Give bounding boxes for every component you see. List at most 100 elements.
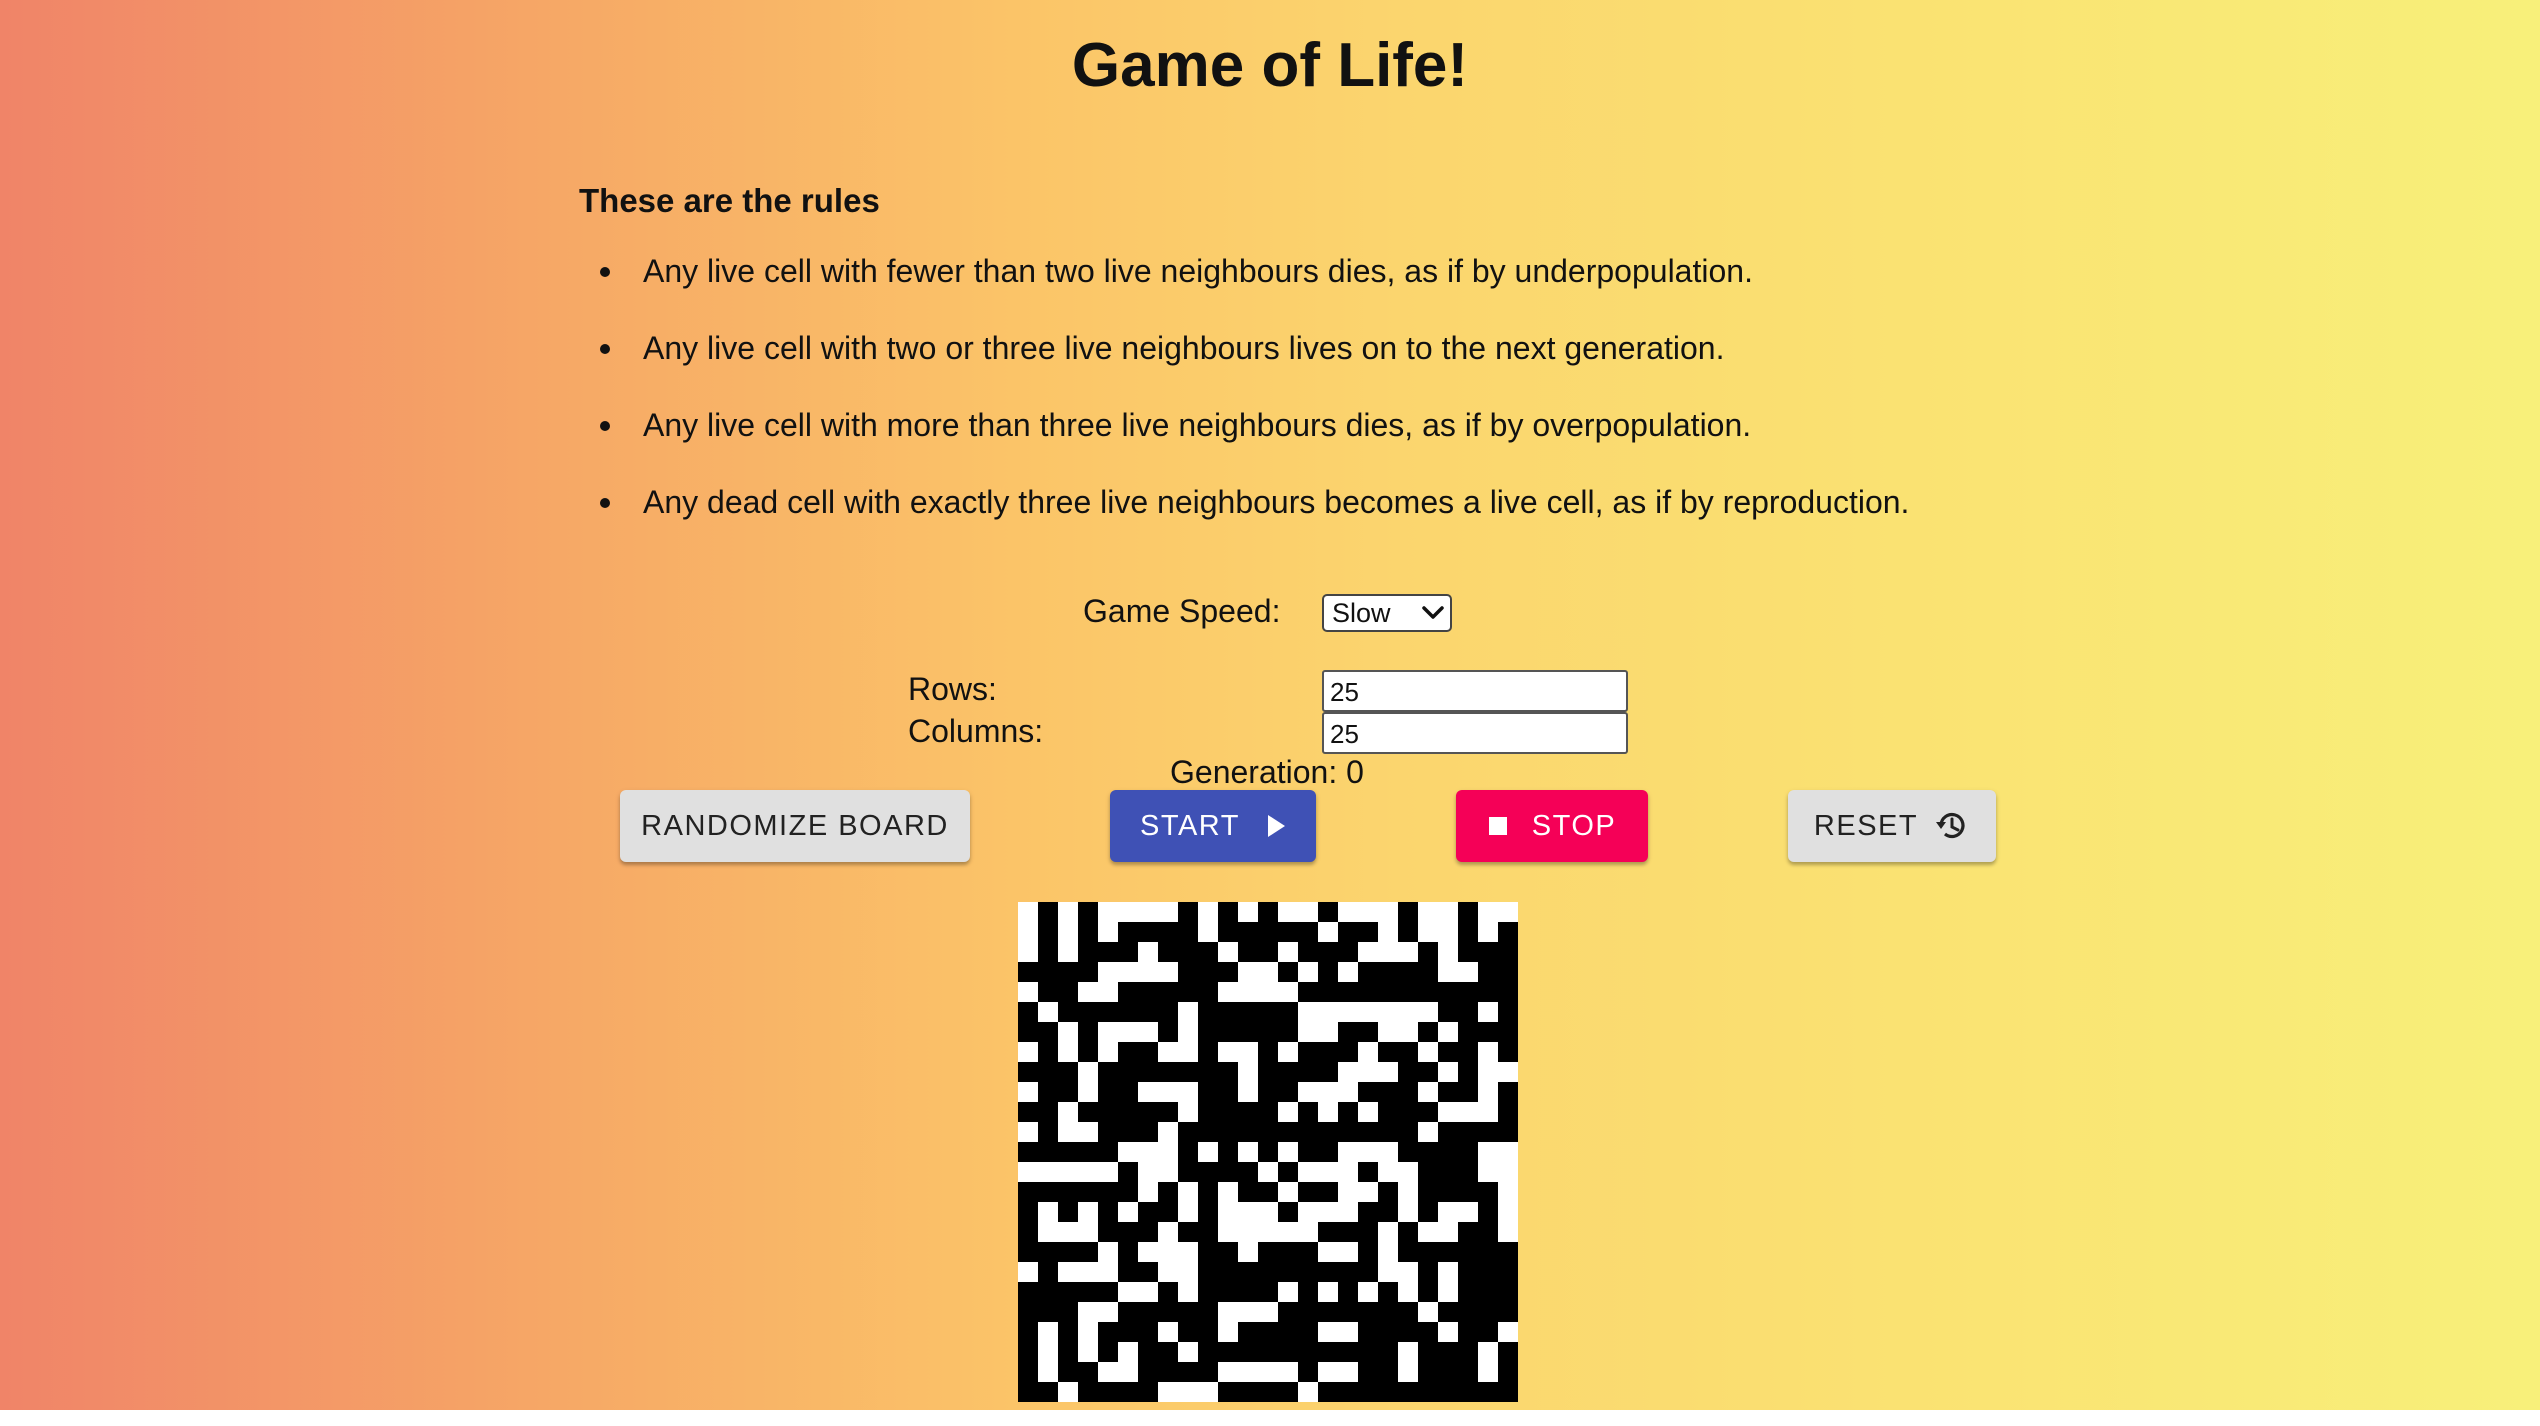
board-cell-live[interactable]	[1318, 1042, 1338, 1062]
board-cell-dead[interactable]	[1438, 902, 1458, 922]
board-cell-dead[interactable]	[1138, 962, 1158, 982]
board-cell-dead[interactable]	[1138, 1182, 1158, 1202]
board-cell-live[interactable]	[1238, 1182, 1258, 1202]
board-cell-live[interactable]	[1058, 1302, 1078, 1322]
board-cell-dead[interactable]	[1158, 1082, 1178, 1102]
board-cell-live[interactable]	[1038, 962, 1058, 982]
board-cell-live[interactable]	[1118, 1262, 1138, 1282]
board-cell-dead[interactable]	[1198, 1382, 1218, 1402]
board-cell-live[interactable]	[1278, 1062, 1298, 1082]
board-cell-dead[interactable]	[1438, 1202, 1458, 1222]
board-cell-dead[interactable]	[1198, 922, 1218, 942]
board-cell-live[interactable]	[1378, 1302, 1398, 1322]
board-cell-live[interactable]	[1098, 1342, 1118, 1362]
board-cell-live[interactable]	[1498, 1082, 1518, 1102]
board-cell-dead[interactable]	[1498, 1142, 1518, 1162]
board-cell-live[interactable]	[1398, 922, 1418, 942]
board-cell-live[interactable]	[1358, 922, 1378, 942]
board-cell-dead[interactable]	[1058, 942, 1078, 962]
board-cell-live[interactable]	[1358, 1322, 1378, 1342]
board-cell-live[interactable]	[1038, 1022, 1058, 1042]
board-cell-live[interactable]	[1198, 942, 1218, 962]
columns-input[interactable]: 25	[1322, 712, 1628, 754]
board-cell-dead[interactable]	[1418, 1222, 1438, 1242]
board-cell-dead[interactable]	[1338, 1242, 1358, 1262]
board-cell-live[interactable]	[1418, 962, 1438, 982]
board-cell-live[interactable]	[1298, 1342, 1318, 1362]
board-cell-live[interactable]	[1058, 1002, 1078, 1022]
board-cell-live[interactable]	[1178, 962, 1198, 982]
board-cell-dead[interactable]	[1318, 922, 1338, 942]
board-cell-live[interactable]	[1398, 1122, 1418, 1142]
board-cell-dead[interactable]	[1318, 1282, 1338, 1302]
board-cell-live[interactable]	[1078, 1022, 1098, 1042]
board-cell-live[interactable]	[1318, 1182, 1338, 1202]
board-cell-dead[interactable]	[1038, 1322, 1058, 1342]
board-cell-live[interactable]	[1398, 1322, 1418, 1342]
board-cell-live[interactable]	[1138, 1002, 1158, 1022]
board-cell-dead[interactable]	[1218, 1182, 1238, 1202]
board-cell-live[interactable]	[1118, 942, 1138, 962]
board-cell-dead[interactable]	[1498, 1062, 1518, 1082]
board-cell-live[interactable]	[1358, 1342, 1378, 1362]
board-cell-dead[interactable]	[1178, 1282, 1198, 1302]
board-cell-live[interactable]	[1458, 1062, 1478, 1082]
board-cell-live[interactable]	[1118, 1002, 1138, 1022]
board-cell-live[interactable]	[1258, 1182, 1278, 1202]
board-cell-live[interactable]	[1198, 1222, 1218, 1242]
board-cell-live[interactable]	[1178, 1142, 1198, 1162]
board-cell-live[interactable]	[1218, 1102, 1238, 1122]
board-cell-dead[interactable]	[1238, 982, 1258, 1002]
board-cell-live[interactable]	[1218, 1082, 1238, 1102]
board-cell-dead[interactable]	[1238, 1302, 1258, 1322]
board-cell-dead[interactable]	[1318, 1242, 1338, 1262]
board-cell-live[interactable]	[1238, 1282, 1258, 1302]
board-cell-dead[interactable]	[1018, 902, 1038, 922]
board-cell-live[interactable]	[1078, 1002, 1098, 1022]
board-cell-live[interactable]	[1118, 922, 1138, 942]
board-cell-dead[interactable]	[1418, 1082, 1438, 1102]
board-cell-dead[interactable]	[1138, 1242, 1158, 1262]
board-cell-dead[interactable]	[1038, 1202, 1058, 1222]
board-cell-dead[interactable]	[1138, 1142, 1158, 1162]
board-cell-live[interactable]	[1258, 922, 1278, 942]
board-cell-live[interactable]	[1358, 1222, 1378, 1242]
board-cell-live[interactable]	[1118, 1062, 1138, 1082]
board-cell-live[interactable]	[1098, 1142, 1118, 1162]
board-cell-live[interactable]	[1418, 1262, 1438, 1282]
board-cell-dead[interactable]	[1238, 1242, 1258, 1262]
board-cell-live[interactable]	[1338, 1342, 1358, 1362]
board-cell-dead[interactable]	[1098, 1022, 1118, 1042]
board-cell-live[interactable]	[1258, 1142, 1278, 1162]
board-cell-live[interactable]	[1078, 962, 1098, 982]
board-cell-live[interactable]	[1118, 1302, 1138, 1322]
board-cell-dead[interactable]	[1318, 1082, 1338, 1102]
board-cell-live[interactable]	[1098, 1102, 1118, 1122]
board-cell-live[interactable]	[1158, 922, 1178, 942]
board-cell-live[interactable]	[1358, 1302, 1378, 1322]
board-cell-live[interactable]	[1198, 1022, 1218, 1042]
board-cell-dead[interactable]	[1258, 982, 1278, 1002]
board-cell-live[interactable]	[1378, 982, 1398, 1002]
board-cell-live[interactable]	[1038, 1382, 1058, 1402]
board-cell-dead[interactable]	[1378, 922, 1398, 942]
board-cell-live[interactable]	[1438, 1162, 1458, 1182]
board-cell-live[interactable]	[1498, 942, 1518, 962]
board-cell-dead[interactable]	[1218, 1362, 1238, 1382]
board-cell-dead[interactable]	[1278, 1142, 1298, 1162]
board-cell-live[interactable]	[1278, 1322, 1298, 1342]
board-cell-live[interactable]	[1258, 1042, 1278, 1062]
board-cell-live[interactable]	[1018, 1322, 1038, 1342]
board-cell-live[interactable]	[1198, 1062, 1218, 1082]
board-cell-live[interactable]	[1438, 1362, 1458, 1382]
board-cell-live[interactable]	[1258, 1282, 1278, 1302]
board-cell-dead[interactable]	[1158, 1222, 1178, 1242]
board-cell-live[interactable]	[1038, 1122, 1058, 1142]
board-cell-live[interactable]	[1338, 1382, 1358, 1402]
board-cell-live[interactable]	[1318, 1342, 1338, 1362]
board-cell-live[interactable]	[1498, 962, 1518, 982]
board-cell-live[interactable]	[1478, 982, 1498, 1002]
board-cell-dead[interactable]	[1238, 1142, 1258, 1162]
board-cell-live[interactable]	[1258, 942, 1278, 962]
board-cell-live[interactable]	[1018, 1282, 1038, 1302]
